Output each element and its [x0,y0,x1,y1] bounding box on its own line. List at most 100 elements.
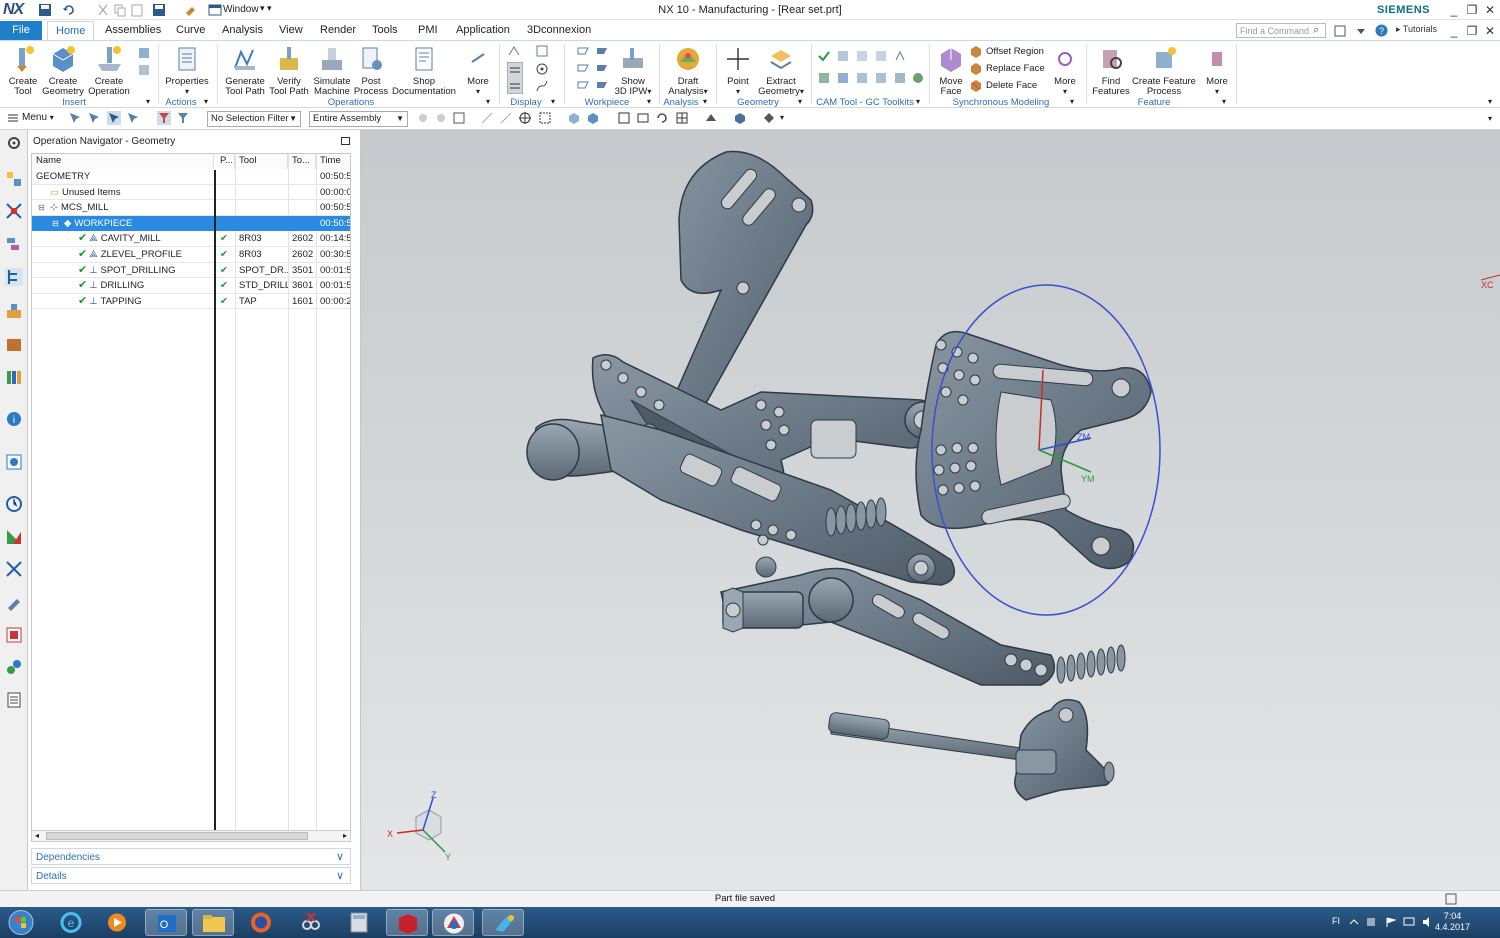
feature-more-button[interactable]: More ▾ [1202,44,1232,97]
column-header-tool-number[interactable]: To... [288,154,316,169]
analysis-expand-icon[interactable]: ▾ [703,97,707,106]
view-icon-2[interactable] [586,111,600,125]
cam-tool-icon-4[interactable] [874,49,888,63]
view-triad[interactable]: Z X Y [387,790,451,862]
reuse-library-icon[interactable] [5,368,23,386]
system-scene-icon[interactable] [5,658,23,676]
doc-minimize-button[interactable]: _ [1446,23,1462,39]
tray-icon-1[interactable] [1365,916,1377,928]
cam-tool-icon-5[interactable] [893,49,907,63]
assembly-navigator-icon[interactable] [5,170,23,188]
ribbon-options-icon[interactable]: ▾ [1488,97,1492,106]
workpiece-icon-2[interactable] [595,44,609,58]
orient-icon[interactable] [675,111,689,125]
column-header-name[interactable]: Name [32,154,214,169]
scroll-left-icon[interactable]: ◂ [35,831,39,840]
taskbar-media-player[interactable] [96,909,138,936]
delete-face-button[interactable]: Delete Face [986,80,1037,91]
taskbar-nx-manufacturing[interactable] [482,909,524,936]
rotate-icon[interactable] [655,111,669,125]
tab-pmi[interactable]: PMI [410,21,446,40]
machining-feature-navigator-icon[interactable] [5,335,23,353]
workpiece-icon-6[interactable] [595,78,609,92]
cam-tool-icon-10[interactable] [893,71,907,85]
taskbar-ie[interactable]: e [50,909,92,936]
tab-render[interactable]: Render [312,21,364,40]
graphics-window[interactable]: ZM YM XC Z X Y [361,130,1500,890]
cam-tool-icon-9[interactable] [874,71,888,85]
name-column-splitter[interactable] [214,170,216,832]
post-process-button[interactable]: Post Process [352,44,390,97]
insert-expand-icon[interactable]: ▾ [146,97,150,106]
simulate-machine-button[interactable]: Simulate Machine [311,44,353,97]
table-row[interactable]: ✔⊥TAPPING✔TAP160100:00:20 [32,294,350,310]
column-header-tool[interactable]: Tool [235,154,288,169]
scope-dropdown[interactable]: Entire Assembly ▼ [309,111,408,127]
snap-icon-5[interactable] [499,111,513,125]
clock[interactable]: 7:04 4.4.2017 [1435,911,1470,933]
tab-file[interactable]: File [0,21,42,40]
operation-navigator-icon[interactable] [5,268,23,286]
table-row[interactable]: ▭Unused Items 00:00:00 [32,185,350,201]
section-icon[interactable] [762,111,776,125]
mounting-plate[interactable] [915,330,1152,570]
create-operation-button[interactable]: Create Operation [86,44,132,97]
taskbar-app-red[interactable] [386,909,428,936]
select-icon-4[interactable] [126,111,140,125]
geometry-expand-icon[interactable]: ▾ [798,97,802,106]
menu-icon[interactable] [6,111,20,125]
tab-tools[interactable]: Tools [364,21,406,40]
operations-expand-icon[interactable]: ▾ [486,97,490,106]
shaded-icon[interactable] [733,111,747,125]
language-indicator[interactable]: FI [1332,916,1340,926]
process-studio-icon[interactable] [5,560,23,578]
fit-icon[interactable] [617,111,631,125]
table-row[interactable]: ◆WORKPIECE ⊟ 00:50:53 [32,215,350,232]
feature-expand-icon[interactable]: ▾ [1222,97,1226,106]
minimize-button[interactable]: _ [1446,2,1462,18]
table-row[interactable]: ✔⊥SPOT_DRILLING✔SPOT_DR...350100:01:59 [32,263,350,279]
taskbar-explorer[interactable] [192,909,234,936]
shop-documentation-button[interactable]: Shop Documentation [391,44,457,97]
cam-tool-icon-3[interactable] [855,49,869,63]
tray-show-hidden-icon[interactable] [1348,916,1360,928]
cam-tool-icon-2[interactable] [836,49,850,63]
select-icon-3[interactable] [107,111,121,125]
web-browser-icon[interactable] [5,453,23,471]
scrollbar-thumb[interactable] [46,832,308,840]
workpiece-icon-3[interactable] [576,61,590,75]
camtool-expand-icon[interactable]: ▾ [916,97,920,106]
display-toggle-icon[interactable] [507,62,523,94]
tab-analysis[interactable]: Analysis [214,21,271,40]
workpiece-icon-5[interactable] [576,78,590,92]
action-center-icon[interactable] [1385,916,1397,928]
restore-button[interactable]: ❐ [1464,2,1480,18]
tree-toggle-icon[interactable]: ⊟ [52,216,59,231]
filter-icon-1[interactable] [157,111,171,125]
select-icon-2[interactable] [87,111,101,125]
column-header-time[interactable]: Time [316,154,350,169]
doc-close-button[interactable]: ✕ [1482,23,1498,39]
table-row[interactable]: GEOMETRY 00:50:53 [32,169,350,185]
show-3d-ipw-button[interactable]: Show 3D IPW▾ [612,44,654,97]
move-face-button[interactable]: Move Face [934,44,968,97]
taskbar-nx[interactable] [432,909,474,936]
actions-expand-icon[interactable]: ▾ [204,97,208,106]
selection-filter-dropdown[interactable]: No Selection Filter ▼ [207,111,301,127]
taskbar-firefox[interactable] [240,909,282,936]
offset-region-icon[interactable] [969,45,983,59]
brake-pedal[interactable] [720,567,1126,686]
column-header-path[interactable]: P... [216,154,235,169]
hd3d-tools-icon[interactable]: i [5,410,23,428]
taskbar-outlook[interactable]: O [145,909,187,936]
select-icon-1[interactable] [68,111,82,125]
replace-face-icon[interactable] [969,62,983,76]
start-button-icon[interactable] [6,909,36,936]
snap-icon-3[interactable] [452,111,466,125]
properties-button[interactable]: Properties ▾ [163,44,211,97]
help-icon[interactable]: ? [1375,24,1388,37]
dropdown-icon[interactable] [1355,25,1367,37]
insert-small-icon-2[interactable] [137,63,151,77]
part-navigator-icon[interactable] [5,235,23,253]
create-tool-button[interactable]: Create Tool [4,44,42,97]
